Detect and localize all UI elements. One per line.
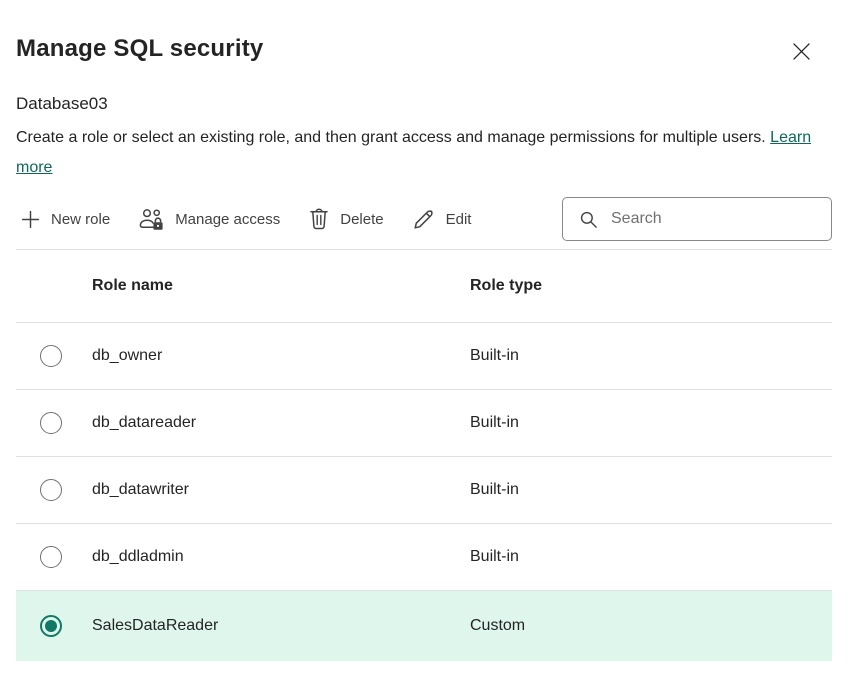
description-body: Create a role or select an existing role…	[16, 129, 766, 146]
radio-cell	[16, 479, 92, 501]
role-name-cell: db_owner	[92, 347, 470, 365]
manage-access-label: Manage access	[175, 211, 280, 228]
search-box	[562, 197, 832, 241]
close-icon	[791, 41, 812, 62]
radio-cell	[16, 412, 92, 434]
manage-access-button[interactable]: Manage access	[134, 201, 284, 237]
toolbar: New role Manage access	[16, 197, 832, 241]
table-row[interactable]: db_owner Built-in	[16, 323, 832, 390]
table-row[interactable]: db_datareader Built-in	[16, 390, 832, 457]
roles-table: Role name Role type db_owner Built-in db…	[16, 250, 832, 661]
table-body: db_owner Built-in db_datareader Built-in…	[16, 323, 832, 661]
role-name-cell: db_ddladmin	[92, 548, 470, 566]
dialog-header: Manage SQL security	[0, 0, 849, 67]
delete-label: Delete	[340, 211, 383, 228]
role-name-cell: db_datareader	[92, 414, 470, 432]
radio-cell	[16, 345, 92, 367]
plus-icon	[20, 209, 41, 230]
table-row[interactable]: SalesDataReader Custom	[16, 591, 832, 661]
people-lock-icon	[138, 207, 165, 231]
new-role-button[interactable]: New role	[16, 203, 114, 236]
page-title: Manage SQL security	[16, 33, 263, 65]
table-row[interactable]: db_ddladmin Built-in	[16, 524, 832, 591]
role-type-cell: Built-in	[470, 347, 832, 365]
radio-icon[interactable]	[40, 345, 62, 367]
radio-cell	[16, 546, 92, 568]
radio-icon[interactable]	[40, 479, 62, 501]
database-name: Database03	[0, 67, 849, 115]
pencil-icon	[412, 207, 436, 231]
role-name-column-header: Role name	[92, 277, 470, 295]
role-type-cell: Built-in	[470, 414, 832, 432]
search-input[interactable]	[562, 197, 832, 241]
table-header: Role name Role type	[16, 250, 832, 323]
radio-icon[interactable]	[40, 615, 62, 637]
radio-icon[interactable]	[40, 412, 62, 434]
role-name-cell: db_datawriter	[92, 481, 470, 499]
description-text: Create a role or select an existing role…	[0, 115, 836, 183]
edit-button[interactable]: Edit	[408, 201, 476, 237]
role-type-cell: Built-in	[470, 548, 832, 566]
role-name-cell: SalesDataReader	[92, 617, 470, 635]
radio-cell	[16, 615, 92, 637]
table-row[interactable]: db_datawriter Built-in	[16, 457, 832, 524]
new-role-label: New role	[51, 211, 110, 228]
edit-label: Edit	[446, 211, 472, 228]
trash-icon	[308, 207, 330, 231]
role-type-cell: Built-in	[470, 481, 832, 499]
manage-sql-security-dialog: Manage SQL security Database03 Create a …	[0, 0, 849, 674]
role-type-cell: Custom	[470, 617, 832, 635]
role-type-column-header: Role type	[470, 277, 832, 295]
close-button[interactable]	[785, 35, 817, 67]
delete-button[interactable]: Delete	[304, 201, 387, 237]
radio-icon[interactable]	[40, 546, 62, 568]
